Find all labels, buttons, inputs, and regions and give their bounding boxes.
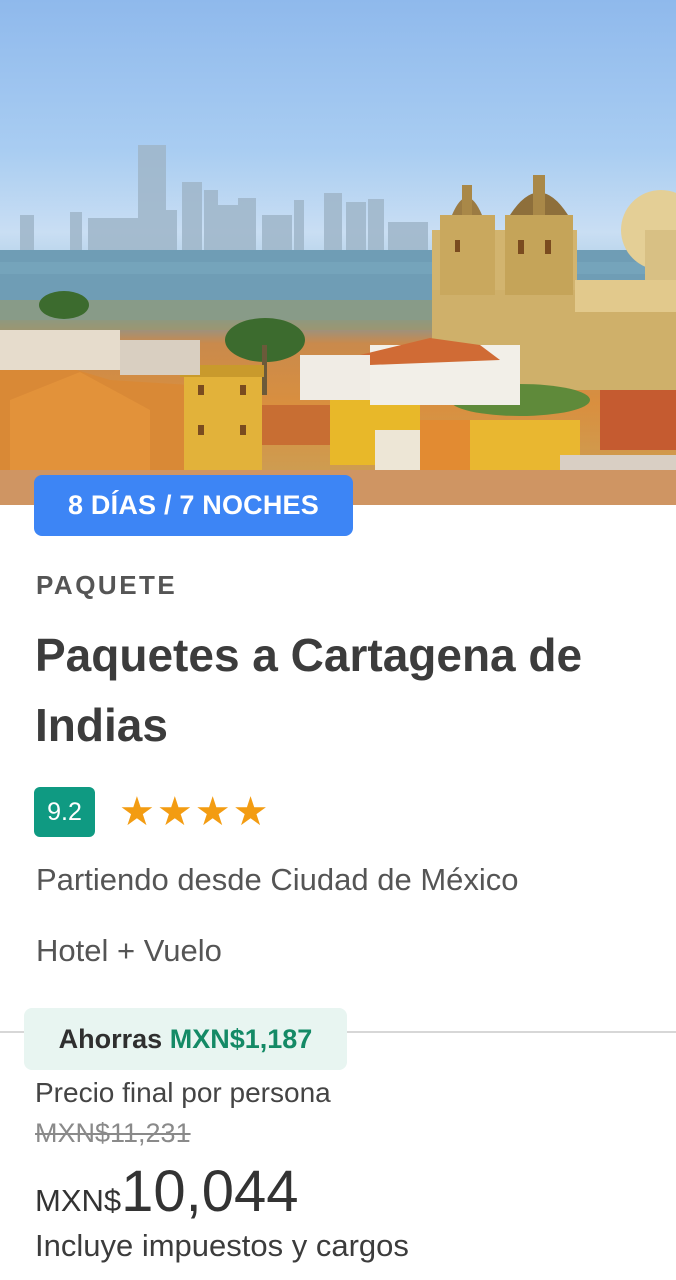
category-label: PAQUETE: [36, 570, 178, 600]
final-price: MXN$10,044: [35, 1158, 299, 1225]
star-rating: ★ ★ ★ ★: [119, 787, 268, 837]
savings-badge: Ahorras MXN$1,187: [24, 1008, 347, 1070]
star-icon: ★: [119, 790, 155, 834]
package-title[interactable]: Paquetes a Cartagena de Indias: [35, 620, 635, 760]
origin-text: Partiendo desde Ciudad de México: [36, 862, 519, 897]
rating-score-badge: 9.2: [34, 787, 95, 837]
price-currency: MXN$: [35, 1183, 122, 1218]
duration-badge: 8 DÍAS / 7 NOCHES: [34, 475, 353, 536]
savings-amount: MXN$1,187: [169, 1024, 313, 1054]
star-icon: ★: [194, 790, 231, 834]
taxes-note: Incluye impuestos y cargos: [35, 1228, 409, 1263]
rating-row: 9.2 ★ ★ ★ ★: [34, 787, 268, 837]
original-price: MXN$11,231: [35, 1118, 191, 1148]
price-value: 10,044: [121, 1159, 299, 1224]
hero-image[interactable]: [0, 0, 676, 505]
savings-label: Ahorras: [58, 1024, 163, 1054]
star-icon: ★: [232, 790, 269, 834]
star-icon: ★: [156, 790, 193, 834]
product-type-text: Hotel + Vuelo: [36, 933, 222, 968]
price-label: Precio final por persona: [35, 1077, 331, 1108]
